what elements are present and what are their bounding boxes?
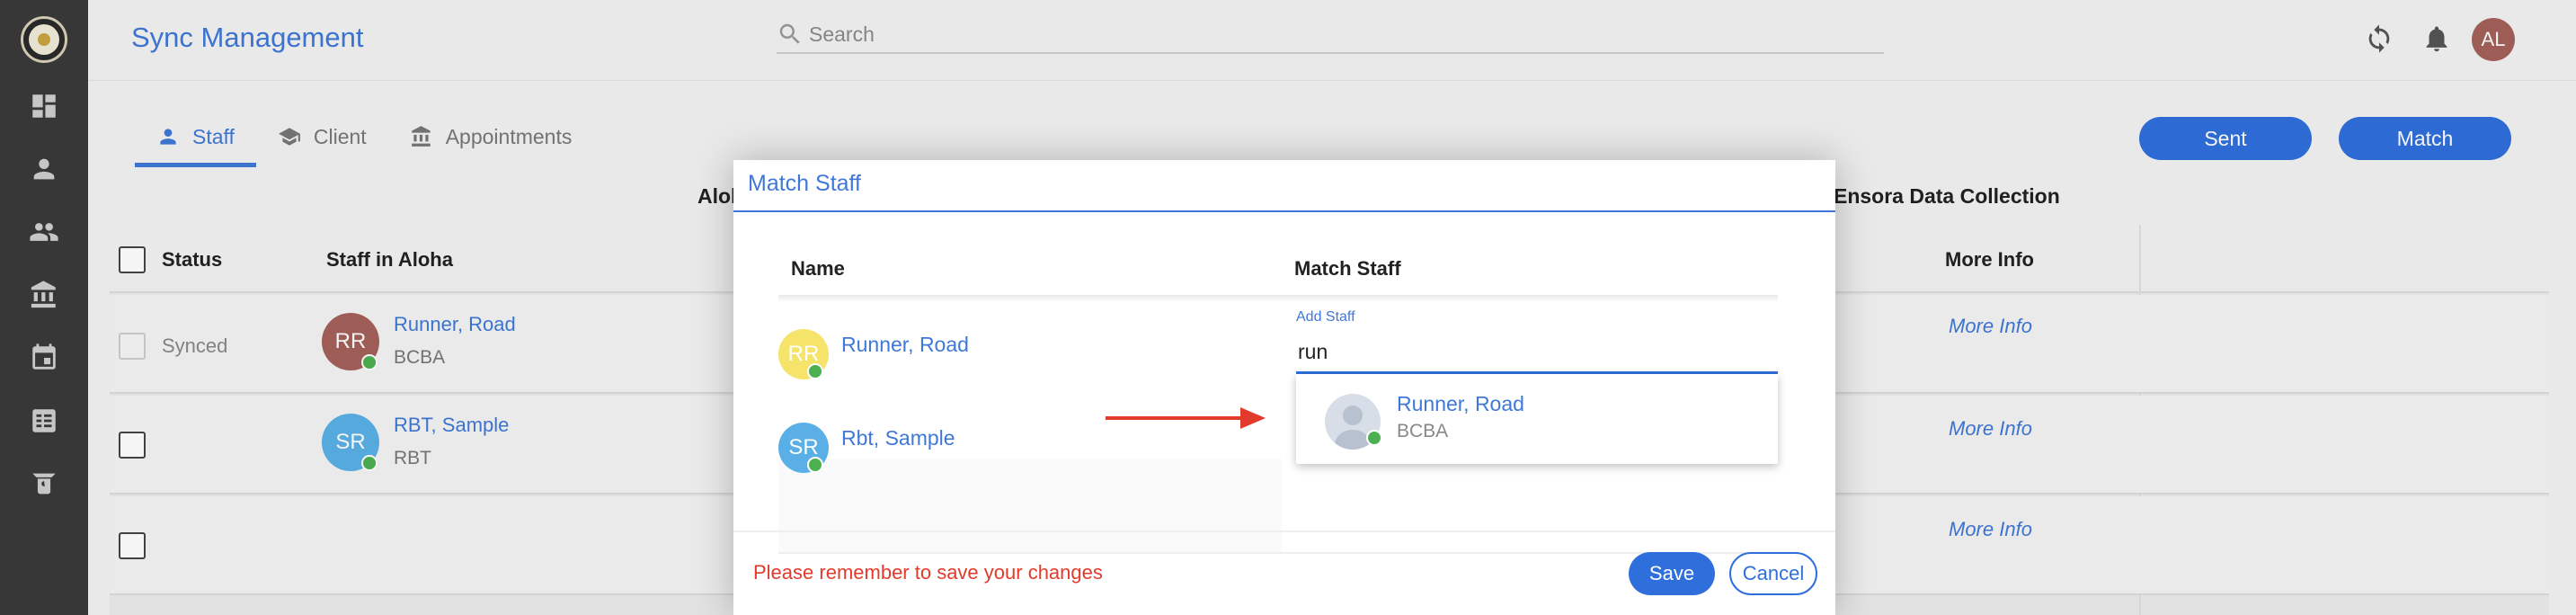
online-indicator — [807, 457, 823, 473]
title-divider — [733, 210, 1835, 212]
red-arrow-annotation — [1106, 407, 1266, 429]
save-reminder: Please remember to save your changes — [753, 561, 1103, 584]
add-staff-input[interactable] — [1296, 336, 1778, 374]
online-indicator — [1366, 430, 1382, 446]
dialog-table-header: Name Match Staff — [778, 252, 1778, 295]
dialog-staff-name[interactable]: Rbt, Sample — [841, 426, 955, 450]
col-match-staff: Match Staff — [1294, 257, 1401, 280]
match-staff-dialog: Match Staff Name Match Staff RR Runner, … — [733, 160, 1835, 615]
dialog-staff-name[interactable]: Runner, Road — [841, 333, 969, 357]
col-name: Name — [791, 257, 845, 280]
add-staff-label: Add Staff — [1296, 309, 1355, 325]
header-shadow — [778, 295, 1778, 302]
dialog-title: Match Staff — [748, 171, 861, 196]
save-button[interactable]: Save — [1629, 552, 1715, 595]
suggestion-role: BCBA — [1397, 421, 1449, 441]
footer-divider — [733, 530, 1835, 532]
online-indicator — [807, 363, 823, 379]
dialog-row — [778, 459, 1282, 552]
suggestion-name[interactable]: Runner, Road — [1397, 392, 1524, 416]
row-divider — [778, 552, 1778, 554]
cancel-button[interactable]: Cancel — [1729, 552, 1817, 595]
staff-suggestion-dropdown: Runner, Road BCBA — [1296, 374, 1778, 464]
